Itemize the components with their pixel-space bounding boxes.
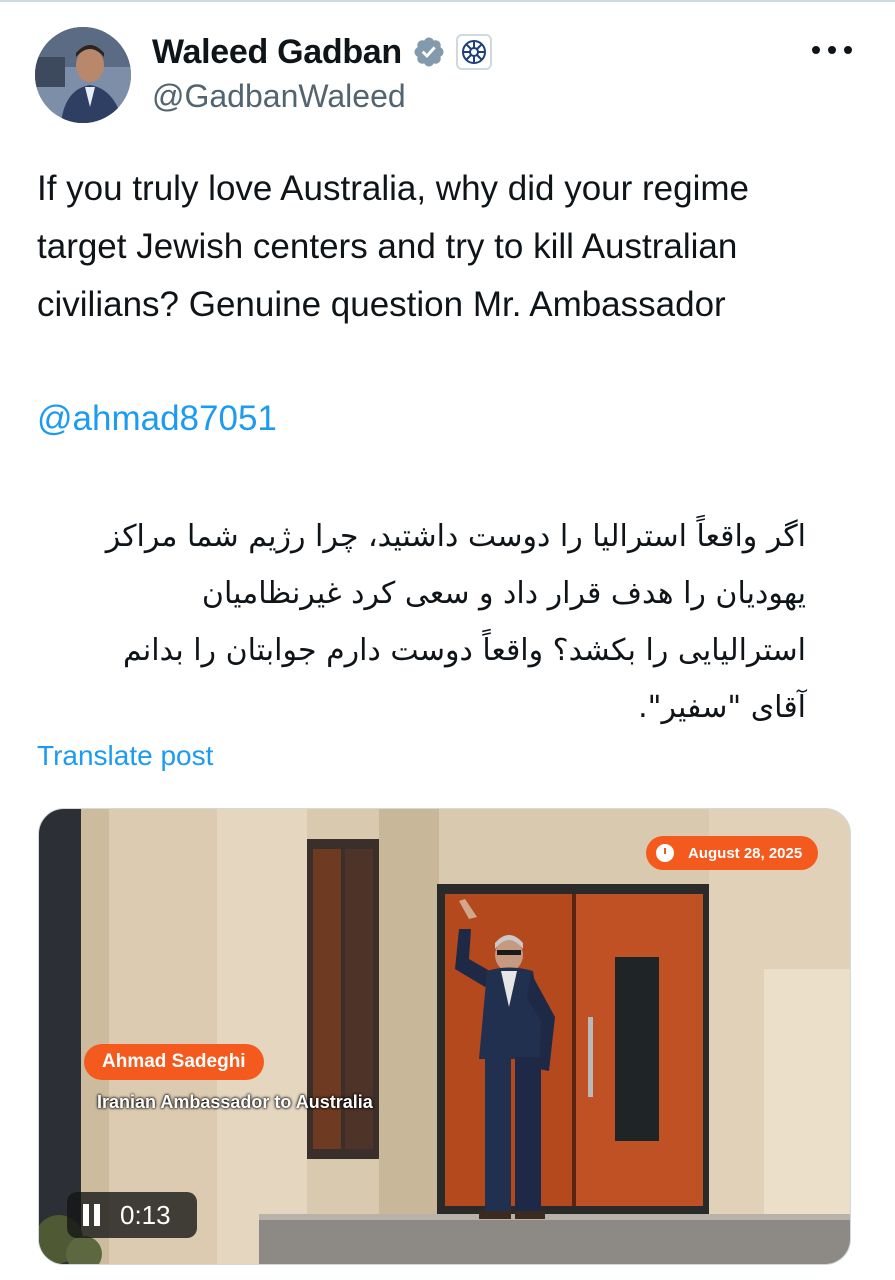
affiliate-org-icon[interactable] bbox=[455, 34, 492, 70]
tweet-text: If you truly love Australia, why did you… bbox=[37, 169, 749, 324]
persian-line: آقای "سفیر". bbox=[638, 690, 806, 725]
author-handle[interactable]: @GadbanWaleed bbox=[152, 78, 406, 115]
date-badge: August 28, 2025 bbox=[646, 836, 819, 870]
persian-text: اگر واقعاً استرالیا را دوست داشتید، چرا … bbox=[30, 508, 806, 736]
playback-time: 0:13 bbox=[120, 1199, 171, 1230]
mention-link[interactable]: @ahmad87051 bbox=[37, 390, 277, 448]
person-name-badge: Ahmad Sadeghi bbox=[84, 1044, 264, 1080]
verified-badge-icon bbox=[414, 37, 444, 67]
video-player[interactable]: August 28, 2025 Ahmad Sadeghi Iranian Am… bbox=[38, 808, 851, 1265]
persian-line: اگر واقعاً استرالیا را دوست داشتید، چرا … bbox=[105, 519, 806, 554]
playback-control[interactable]: 0:13 bbox=[67, 1192, 197, 1238]
video-date: August 28, 2025 bbox=[688, 844, 803, 862]
translate-post-link[interactable]: Translate post bbox=[37, 740, 213, 772]
avatar[interactable] bbox=[35, 27, 131, 123]
clock-icon bbox=[656, 844, 674, 862]
author-name[interactable]: Waleed Gadban bbox=[152, 33, 402, 72]
top-divider bbox=[0, 0, 895, 2]
persian-line: یهودیان را هدف قرار داد و سعی کرد غیرنظا… bbox=[201, 576, 806, 611]
persian-line: استرالیایی را بکشد؟ واقعاً دوست دارم جوا… bbox=[122, 633, 806, 668]
pause-icon[interactable] bbox=[83, 1204, 100, 1226]
person-role-caption: Iranian Ambassador to Australia bbox=[97, 1092, 373, 1112]
more-options-icon[interactable] bbox=[812, 40, 852, 60]
